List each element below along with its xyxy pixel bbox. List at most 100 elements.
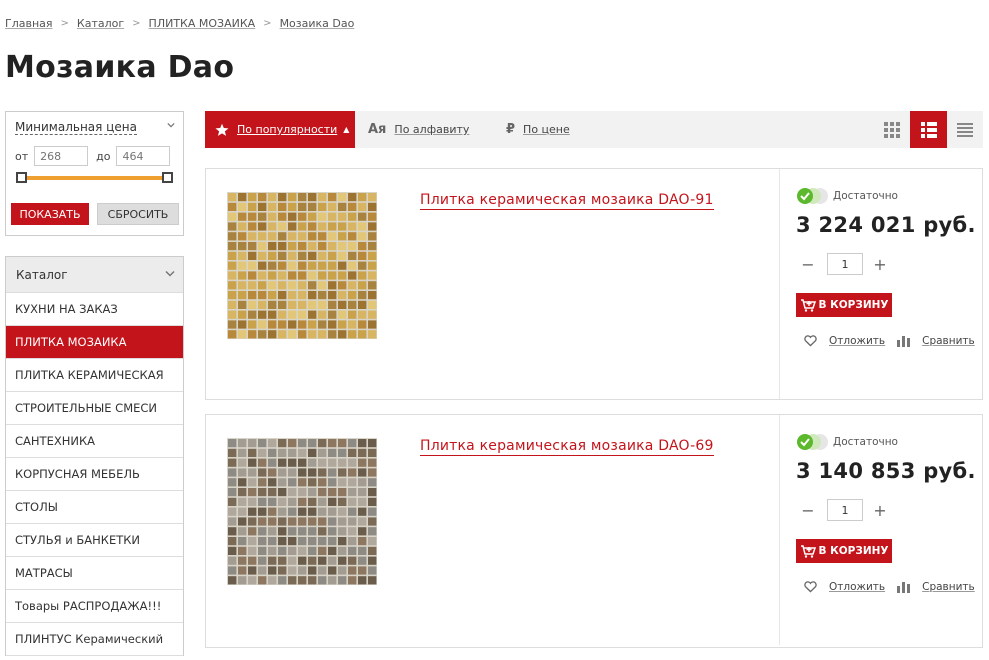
mosaic-tile bbox=[238, 193, 247, 202]
mosaic-tile bbox=[338, 330, 347, 339]
compare-icon[interactable] bbox=[897, 581, 911, 593]
mosaic-tile bbox=[328, 281, 337, 290]
catalog-item[interactable]: СТУЛЬЯ и БАНКЕТКИ bbox=[6, 524, 183, 557]
mosaic-tile bbox=[348, 300, 357, 309]
catalog-item[interactable]: МАТРАСЫ bbox=[6, 557, 183, 590]
mosaic-tile bbox=[268, 546, 277, 555]
sort-price[interactable]: ₽ По цене bbox=[506, 111, 570, 148]
mosaic-tile bbox=[288, 251, 297, 260]
mosaic-tile bbox=[228, 468, 237, 477]
mosaic-tile bbox=[298, 310, 307, 319]
mosaic-tile bbox=[338, 488, 347, 497]
mosaic-tile bbox=[278, 507, 287, 516]
mosaic-tile bbox=[368, 478, 377, 487]
mosaic-tile bbox=[338, 497, 347, 506]
mosaic-tile bbox=[358, 517, 367, 526]
price-from-input[interactable] bbox=[34, 146, 89, 166]
add-to-cart-button[interactable]: В КОРЗИНУ bbox=[796, 539, 892, 563]
mosaic-tile bbox=[298, 566, 307, 575]
catalog-item[interactable]: КУХНИ НА ЗАКАЗ bbox=[6, 293, 183, 326]
mosaic-tile bbox=[228, 281, 237, 290]
price-to-input[interactable] bbox=[116, 146, 171, 166]
quantity-input[interactable] bbox=[827, 499, 863, 521]
mosaic-tile bbox=[288, 320, 297, 329]
mosaic-tile bbox=[248, 320, 257, 329]
catalog-item[interactable]: СТРОИТЕЛЬНЫЕ СМЕСИ bbox=[6, 392, 183, 425]
catalog-item[interactable]: САНТЕХНИКА bbox=[6, 425, 183, 458]
grid-view-button[interactable] bbox=[873, 111, 910, 148]
mosaic-tile bbox=[258, 507, 267, 516]
product-name-link[interactable]: Плитка керамическая мозаика DAO-91 bbox=[420, 192, 714, 210]
price-slider-max-handle[interactable] bbox=[162, 172, 173, 183]
catalog-item[interactable]: СТОЛЫ bbox=[6, 491, 183, 524]
compact-view-button[interactable] bbox=[946, 111, 983, 148]
sort-alpha[interactable]: Ая По алфавиту bbox=[368, 111, 469, 148]
price-slider-min-handle[interactable] bbox=[16, 172, 27, 183]
add-to-cart-button[interactable]: В КОРЗИНУ bbox=[796, 293, 892, 317]
catalog-header[interactable]: Каталог bbox=[6, 257, 183, 293]
price-slider-track[interactable] bbox=[20, 176, 168, 180]
mosaic-tile bbox=[318, 261, 327, 270]
mosaic-tile bbox=[298, 320, 307, 329]
mosaic-tile bbox=[338, 439, 347, 448]
mosaic-tile bbox=[278, 576, 287, 585]
minus-button[interactable]: − bbox=[801, 255, 815, 274]
sort-popularity[interactable]: По популярности ▲ bbox=[205, 111, 355, 148]
quantity-input[interactable] bbox=[827, 253, 863, 275]
mosaic-tile bbox=[318, 517, 327, 526]
mosaic-tile bbox=[298, 202, 307, 211]
show-button[interactable]: ПОКАЗАТЬ bbox=[11, 203, 89, 225]
mosaic-tile bbox=[288, 261, 297, 270]
mosaic-tile bbox=[288, 488, 297, 497]
product-image[interactable] bbox=[227, 438, 377, 585]
catalog-item[interactable]: ПЛИТКА КЕРАМИЧЕСКАЯ bbox=[6, 359, 183, 392]
mosaic-tile bbox=[368, 202, 377, 211]
mosaic-tile bbox=[338, 193, 347, 202]
breadcrumb-current[interactable]: Мозаика Dao bbox=[280, 17, 355, 30]
mosaic-tile bbox=[358, 468, 367, 477]
mosaic-tile bbox=[318, 566, 327, 575]
mosaic-tile bbox=[238, 478, 247, 487]
plus-button[interactable]: + bbox=[873, 255, 887, 274]
mosaic-tile bbox=[318, 193, 327, 202]
mosaic-tile bbox=[358, 556, 367, 565]
product-image[interactable] bbox=[227, 192, 377, 339]
plus-button[interactable]: + bbox=[873, 501, 887, 520]
catalog-item[interactable]: КОРПУСНАЯ МЕБЕЛЬ bbox=[6, 458, 183, 491]
defer-link[interactable]: Отложить bbox=[829, 581, 885, 593]
reset-button[interactable]: СБРОСИТЬ bbox=[97, 203, 179, 225]
mosaic-tile bbox=[268, 556, 277, 565]
mosaic-tile bbox=[308, 566, 317, 575]
compare-link[interactable]: Сравнить bbox=[922, 335, 975, 347]
heart-icon[interactable] bbox=[804, 581, 817, 593]
filter-title[interactable]: Минимальная цена bbox=[15, 120, 137, 135]
breadcrumb-catalog[interactable]: Каталог bbox=[77, 17, 124, 30]
mosaic-tile bbox=[338, 517, 347, 526]
mosaic-tile bbox=[268, 448, 277, 457]
mosaic-tile bbox=[368, 300, 377, 309]
mosaic-tile bbox=[238, 271, 247, 280]
catalog-item[interactable]: ПЛИНТУС Керамический bbox=[6, 623, 183, 656]
mosaic-tile bbox=[328, 222, 337, 231]
catalog-item[interactable]: Товары РАСПРОДАЖА!!! bbox=[6, 590, 183, 623]
mosaic-tile bbox=[328, 488, 337, 497]
product-name-link[interactable]: Плитка керамическая мозаика DAO-69 bbox=[420, 438, 714, 456]
mosaic-tile bbox=[298, 478, 307, 487]
grid-icon bbox=[883, 121, 900, 138]
breadcrumb-home[interactable]: Главная bbox=[5, 17, 53, 30]
mosaic-tile bbox=[318, 497, 327, 506]
mosaic-tile bbox=[278, 537, 287, 546]
breadcrumb-mosaic[interactable]: ПЛИТКА МОЗАИКА bbox=[149, 17, 256, 30]
chevron-down-icon[interactable] bbox=[167, 121, 175, 129]
catalog-item-active[interactable]: ПЛИТКА МОЗАИКА bbox=[6, 326, 183, 359]
defer-link[interactable]: Отложить bbox=[829, 335, 885, 347]
mosaic-tile bbox=[228, 576, 237, 585]
compare-icon[interactable] bbox=[897, 335, 911, 347]
heart-icon[interactable] bbox=[804, 335, 817, 347]
minus-button[interactable]: − bbox=[801, 501, 815, 520]
mosaic-tile bbox=[308, 281, 317, 290]
list-view-button[interactable] bbox=[910, 111, 947, 148]
mosaic-tile bbox=[228, 251, 237, 260]
mosaic-tile bbox=[348, 576, 357, 585]
compare-link[interactable]: Сравнить bbox=[922, 581, 975, 593]
